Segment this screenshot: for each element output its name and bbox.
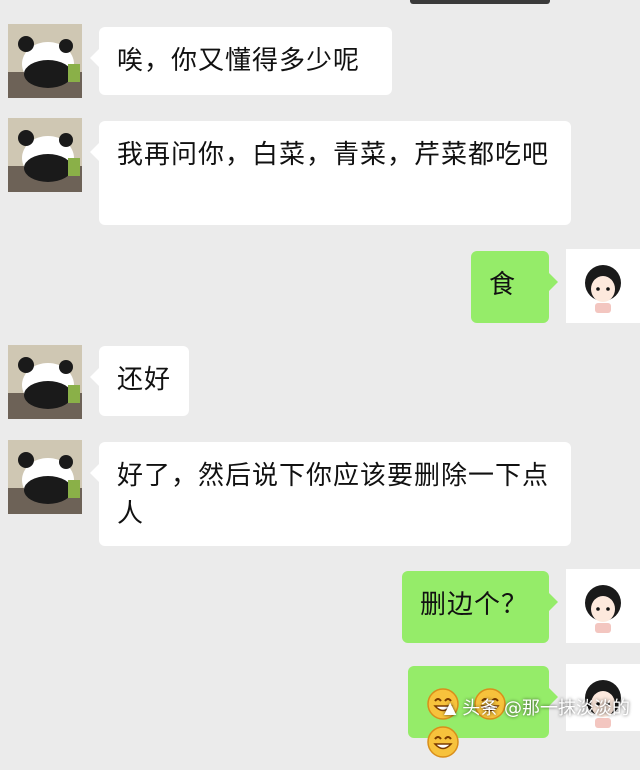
toutiao-logo-icon: ▲ — [443, 697, 457, 717]
girl-avatar[interactable] — [566, 569, 640, 643]
message-bubble[interactable]: 食 — [471, 251, 558, 323]
girl-avatar[interactable] — [566, 249, 640, 323]
message-text: 好了，然后说下你应该要删除一下点人 — [117, 461, 550, 529]
panda-avatar[interactable] — [8, 118, 82, 192]
message-bubble[interactable]: 唉，你又懂得多少呢 — [90, 27, 392, 95]
message-bubble[interactable]: 我再问你，白菜，青菜，芹菜都吃吧 — [90, 121, 571, 225]
message-text: 我再问你，白菜，青菜，芹菜都吃吧 — [117, 140, 550, 170]
message-text: 唉，你又懂得多少呢 — [117, 46, 361, 76]
watermark-text: 头条 @那一抹淡淡的 — [462, 698, 630, 719]
message-bubble[interactable]: 还好 — [90, 346, 189, 416]
message-bubble[interactable]: 删边个？ — [402, 571, 558, 643]
message-text: 还好 — [117, 365, 172, 395]
top-image-strip — [410, 0, 550, 4]
watermark: ▲ 头条 @那一抹淡淡的 — [444, 693, 630, 721]
message-text: 食 — [489, 270, 517, 300]
panda-avatar[interactable] — [8, 345, 82, 419]
grin-emoji-icon — [426, 725, 460, 759]
panda-avatar[interactable] — [8, 24, 82, 98]
panda-avatar[interactable] — [8, 440, 82, 514]
message-text: 删边个？ — [420, 590, 529, 620]
message-bubble[interactable]: 好了，然后说下你应该要删除一下点人 — [90, 442, 571, 546]
